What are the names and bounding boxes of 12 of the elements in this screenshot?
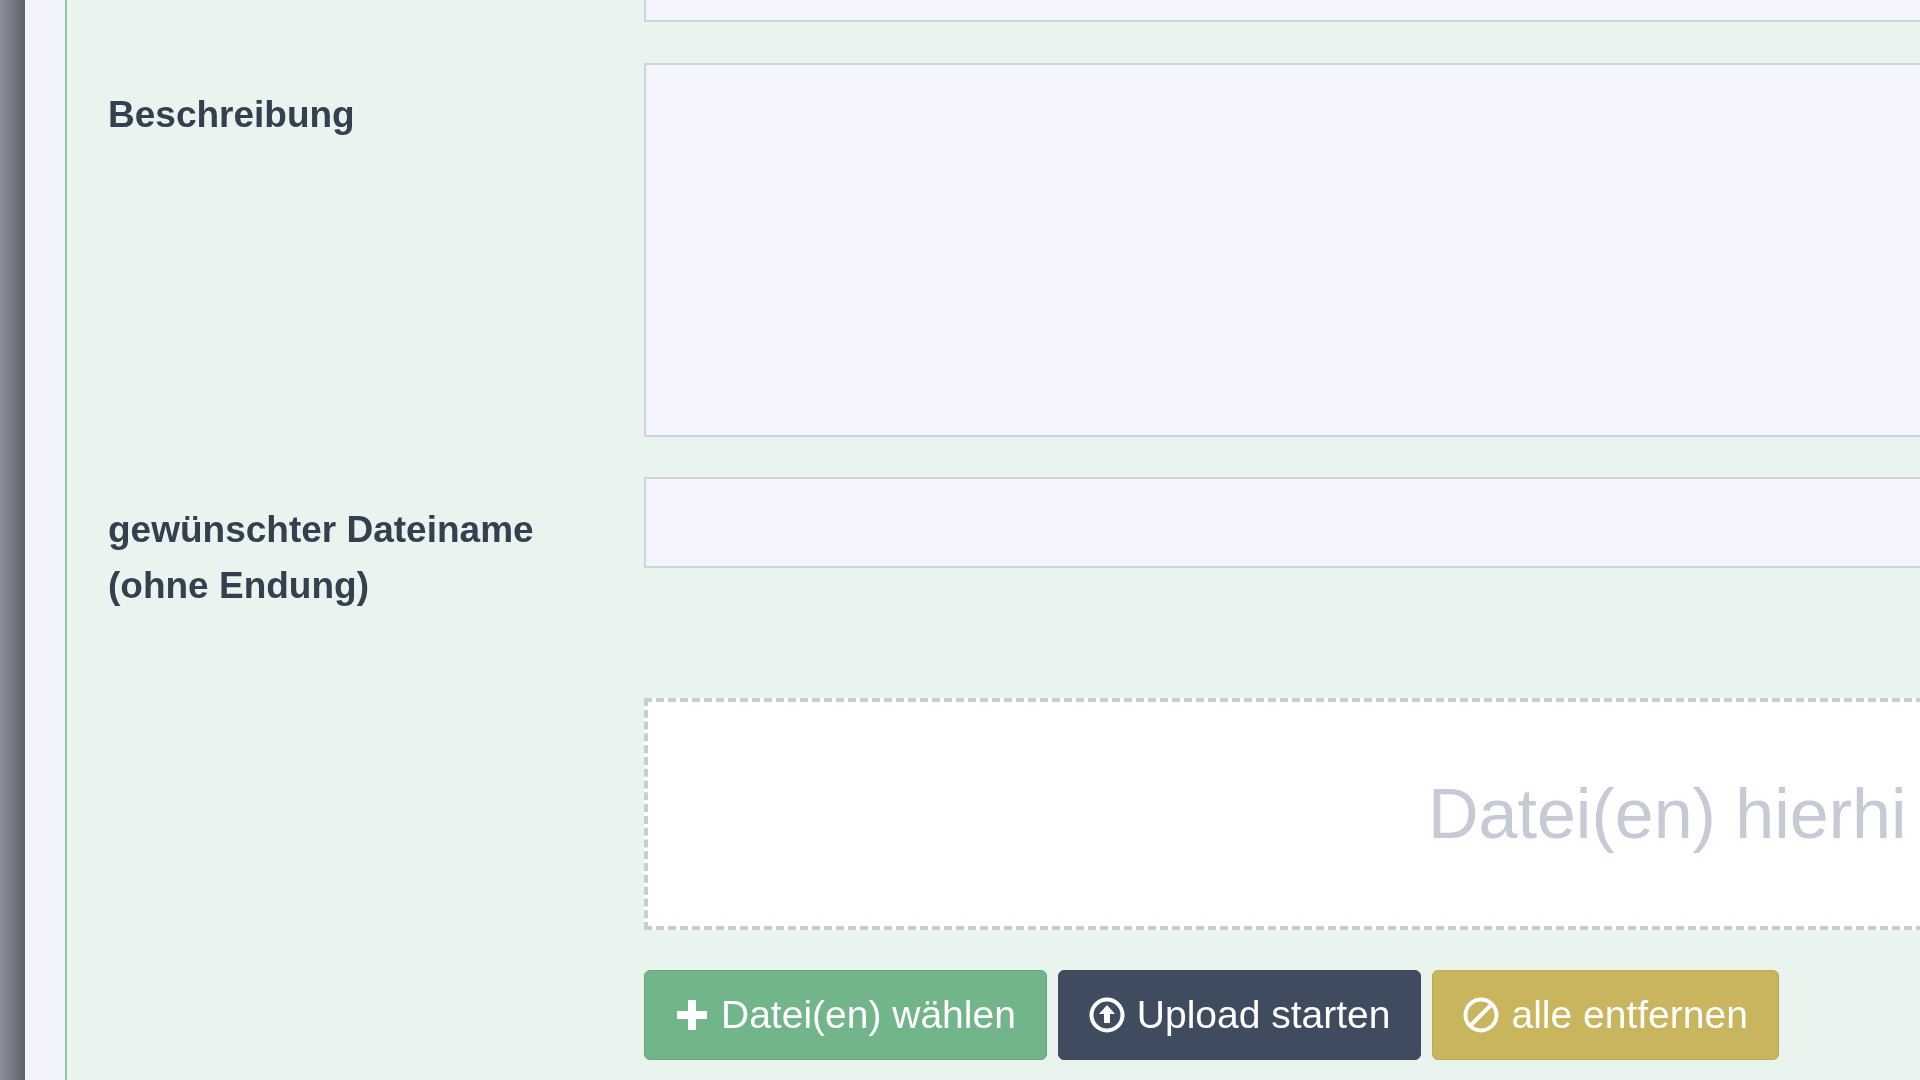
field-label: gewünschter Dateiname (ohne Endung) (108, 508, 535, 608)
ban-icon (1463, 997, 1500, 1033)
text-field[interactable] (644, 477, 1920, 568)
field-label: Beschreibung (108, 93, 356, 137)
drop-zone[interactable]: Datei(en) hierhi (644, 698, 1920, 930)
cancel-button[interactable]: alle entfernen (1432, 970, 1779, 1060)
plus-icon (675, 998, 709, 1032)
add-button[interactable]: Datei(en) wählen (644, 970, 1047, 1060)
upload-button[interactable]: Upload starten (1057, 970, 1422, 1060)
description-field[interactable] (644, 63, 1920, 437)
drop-hint: Datei(en) hierhi (1428, 774, 1907, 854)
upload-icon (1088, 997, 1125, 1033)
